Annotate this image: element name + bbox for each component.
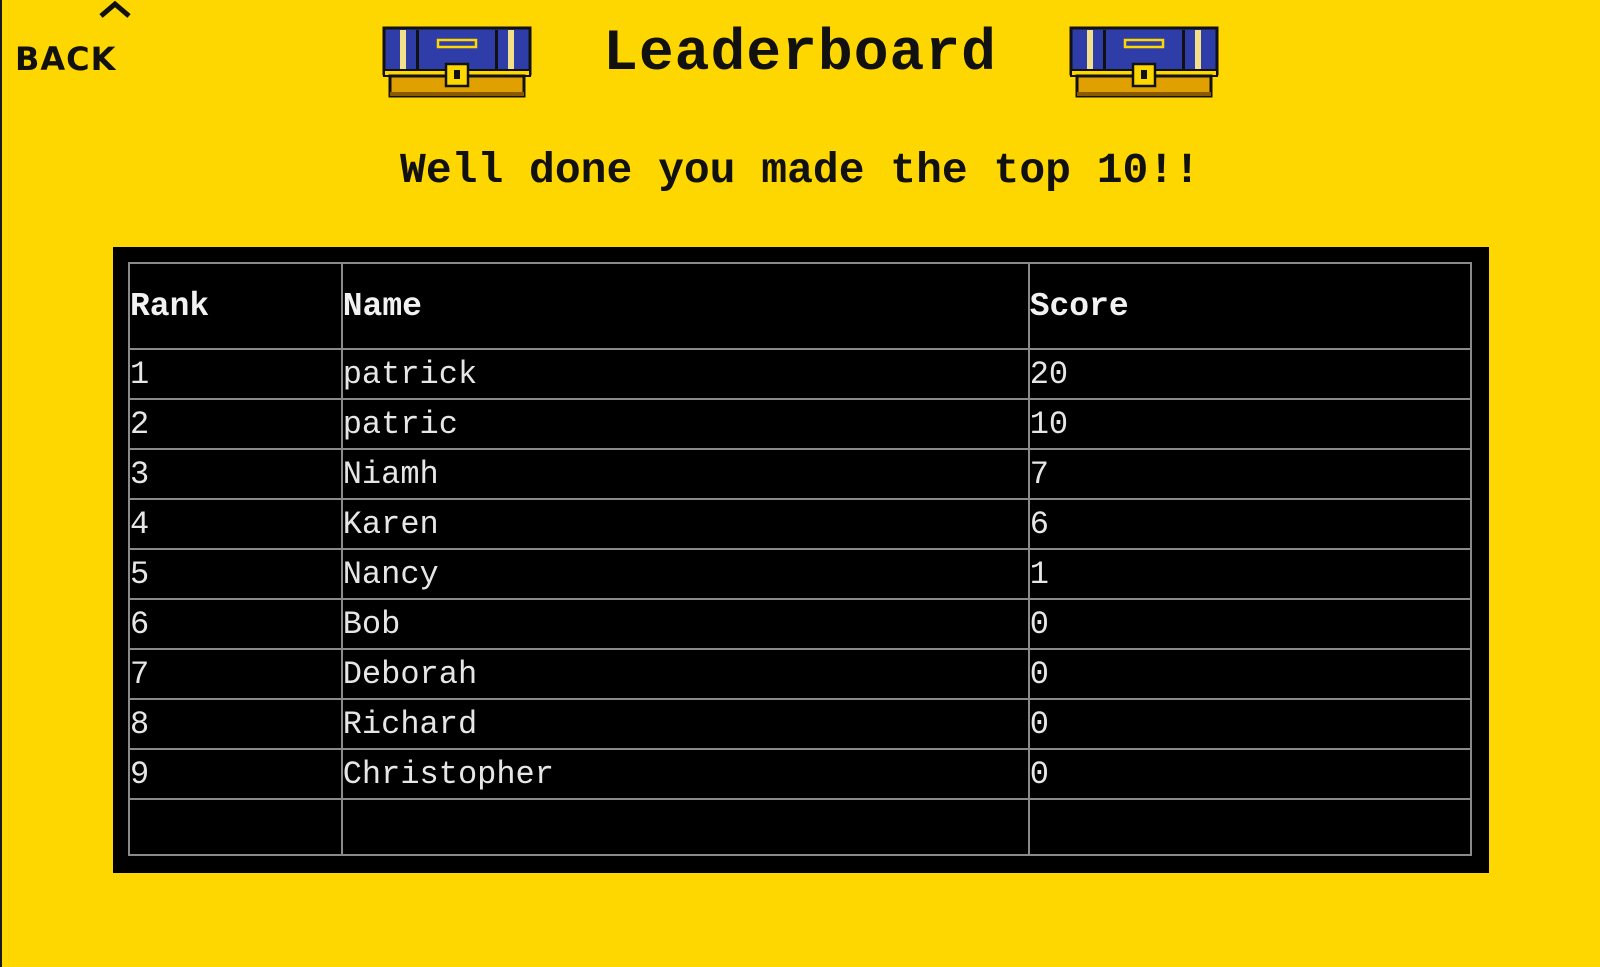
name-cell: Richard <box>340 698 1030 750</box>
treasure-chest-icon <box>1069 26 1219 98</box>
name-cell: Nancy <box>340 548 1030 600</box>
rank-cell: 7 <box>128 648 343 700</box>
table-row: 8 Richard 0 <box>128 698 1473 750</box>
score-cell: 20 <box>1027 348 1473 400</box>
table-row <box>128 798 1473 856</box>
score-cell: 0 <box>1027 748 1473 800</box>
name-cell: Deborah <box>340 648 1030 700</box>
rank-cell: 9 <box>128 748 343 800</box>
name-cell: patrick <box>340 348 1030 400</box>
table-header-row: Rank Name Score <box>128 262 1473 350</box>
rank-cell: 3 <box>128 448 343 500</box>
rank-cell: 8 <box>128 698 343 750</box>
rank-cell: 5 <box>128 548 343 600</box>
score-cell: 0 <box>1027 598 1473 650</box>
name-column-header: Name <box>340 262 1030 350</box>
score-cell: 0 <box>1027 698 1473 750</box>
rank-cell: 1 <box>128 348 343 400</box>
rank-column-header: Rank <box>128 262 343 350</box>
name-cell: Niamh <box>340 448 1030 500</box>
leaderboard-table: Rank Name Score 1 patrick 20 2 patric 10… <box>128 262 1473 856</box>
score-cell: 1 <box>1027 548 1473 600</box>
name-cell: Bob <box>340 598 1030 650</box>
rank-cell <box>128 798 343 856</box>
table-row: 3 Niamh 7 <box>128 448 1473 500</box>
score-cell: 7 <box>1027 448 1473 500</box>
table-row: 6 Bob 0 <box>128 598 1473 650</box>
page-title: Leaderboard <box>603 22 997 87</box>
name-cell: patric <box>340 398 1030 450</box>
table-row: 1 patrick 20 <box>128 348 1473 400</box>
chevron-up-icon <box>99 0 131 18</box>
rank-cell: 4 <box>128 498 343 550</box>
rank-cell: 2 <box>128 398 343 450</box>
name-cell: Karen <box>340 498 1030 550</box>
table-row: 4 Karen 6 <box>128 498 1473 550</box>
leaderboard-panel: Rank Name Score 1 patrick 20 2 patric 10… <box>113 247 1489 873</box>
score-cell: 0 <box>1027 648 1473 700</box>
name-cell: Christopher <box>340 748 1030 800</box>
score-cell: 6 <box>1027 498 1473 550</box>
congrats-message: Well done you made the top 10!! <box>400 146 1200 195</box>
name-cell <box>340 798 1030 856</box>
table-row: 9 Christopher 0 <box>128 748 1473 800</box>
table-row: 2 patric 10 <box>128 398 1473 450</box>
score-column-header: Score <box>1027 262 1473 350</box>
table-row: 7 Deborah 0 <box>128 648 1473 700</box>
table-row: 5 Nancy 1 <box>128 548 1473 600</box>
score-cell <box>1027 798 1473 856</box>
rank-cell: 6 <box>128 598 343 650</box>
score-cell: 10 <box>1027 398 1473 450</box>
